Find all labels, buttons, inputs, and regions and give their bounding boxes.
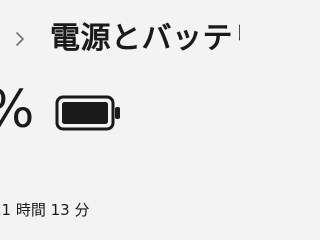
breadcrumb: 電源とバッテリー — [0, 17, 240, 61]
battery-full-icon — [55, 95, 123, 131]
chevron-right-icon — [12, 31, 28, 47]
battery-percent-label: % — [0, 80, 34, 140]
power-battery-settings-page: 電源とバッテリー % 11 時間 13 分 — [0, 0, 240, 240]
page-title: 電源とバッテリー — [50, 21, 240, 56]
battery-remaining-time: 11 時間 13 分 — [0, 201, 90, 219]
